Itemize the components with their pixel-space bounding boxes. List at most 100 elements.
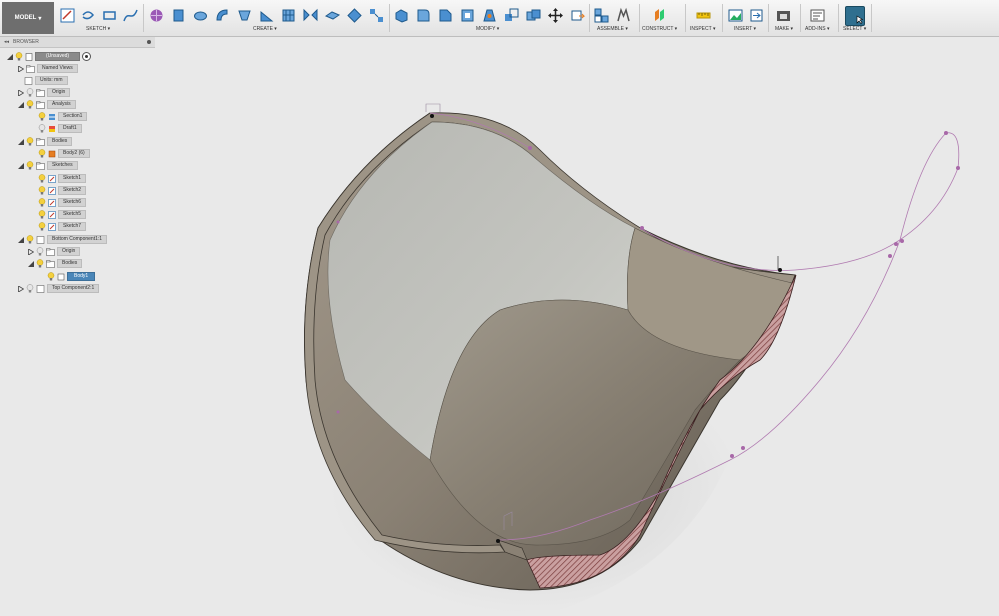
thicken-icon[interactable] [324, 7, 341, 24]
tree-label: Body2 (6) [58, 149, 90, 158]
lightbulb-icon[interactable] [38, 186, 46, 195]
align-icon[interactable] [569, 7, 586, 24]
tree-item-sketch7[interactable]: Sketch7 [38, 221, 87, 232]
lightbulb-icon[interactable] [38, 149, 46, 158]
tree-item-section1[interactable]: Section1 [38, 111, 88, 122]
mirror-icon[interactable] [302, 7, 319, 24]
tree-item-origin[interactable]: Origin [17, 87, 71, 98]
tree-item-top-component[interactable]: Top Component2:1 [17, 283, 100, 294]
collapsed-triangle-icon[interactable] [17, 87, 24, 98]
tree-item-sketch5[interactable]: Sketch5 [38, 209, 87, 220]
combine-icon[interactable] [525, 7, 542, 24]
addins-menu[interactable]: ADD-INS ▾ [805, 26, 829, 32]
tree-item-sketch6[interactable]: Sketch6 [38, 197, 87, 208]
pattern-icon[interactable] [368, 7, 385, 24]
lightbulb-icon[interactable] [26, 100, 34, 109]
tree-item-bodies[interactable]: Bodies [17, 136, 73, 147]
sketch-icon [48, 210, 56, 219]
tree-item-named-views[interactable]: Named Views [17, 63, 78, 74]
tree-item-sketch1[interactable]: Sketch1 [38, 173, 87, 184]
sweep-icon[interactable] [214, 7, 231, 24]
tree-item-units[interactable]: Units: mm [24, 75, 68, 86]
move-icon[interactable] [547, 7, 564, 24]
toolbar: MODEL ▾ SKETCH ▾ CREATE ▾ MODIFY ▾ ASSEM… [0, 0, 999, 37]
insert-menu[interactable]: INSERT ▾ [734, 26, 756, 32]
lightbulb-icon[interactable] [36, 259, 44, 268]
construct-menu[interactable]: CONSTRUCT ▾ [642, 26, 677, 32]
sketch-icon [48, 174, 56, 183]
offset-plane-icon[interactable] [652, 7, 669, 24]
lightbulb-icon[interactable] [38, 174, 46, 183]
3d-print-icon[interactable] [775, 7, 792, 24]
tree-item-body1[interactable]: Body1 [47, 271, 96, 282]
press-pull-icon[interactable] [393, 7, 410, 24]
rib-icon[interactable] [258, 7, 275, 24]
expanded-triangle-icon[interactable] [17, 160, 24, 171]
sketch-menu[interactable]: SKETCH ▾ [86, 26, 110, 32]
tree-item-sketches[interactable]: Sketches [17, 160, 78, 171]
collapsed-triangle-icon[interactable] [27, 246, 34, 257]
expanded-triangle-icon[interactable] [17, 234, 24, 245]
chamfer-icon[interactable] [437, 7, 454, 24]
lightbulb-off-icon[interactable] [26, 88, 34, 97]
expanded-triangle-icon[interactable] [17, 99, 24, 110]
tree-root[interactable]: (Unsaved) [6, 51, 92, 62]
loft-icon[interactable] [236, 7, 253, 24]
tree-item-analysis[interactable]: Analysis [17, 99, 76, 110]
select-icon[interactable] [845, 6, 865, 26]
lightbulb-off-icon[interactable] [36, 247, 44, 256]
browser-pin-icon[interactable] [147, 40, 151, 44]
lightbulb-icon[interactable] [38, 210, 46, 219]
tree-item-component-origin[interactable]: Origin [27, 246, 81, 257]
joint-icon[interactable] [615, 7, 632, 24]
expanded-triangle-icon[interactable] [6, 51, 13, 62]
tree-item-bottom-component[interactable]: Bottom Component1:1 [17, 234, 108, 245]
make-menu[interactable]: MAKE ▾ [775, 26, 793, 32]
assemble-menu[interactable]: ASSEMBLE ▾ [597, 26, 628, 32]
new-component-icon[interactable] [593, 7, 610, 24]
create-sketch-icon[interactable] [59, 7, 76, 24]
lightbulb-icon[interactable] [26, 137, 34, 146]
shell-icon[interactable] [459, 7, 476, 24]
revolve-icon[interactable] [192, 7, 209, 24]
rectangle-icon[interactable] [101, 7, 118, 24]
draft-icon[interactable] [481, 7, 498, 24]
lightbulb-icon[interactable] [38, 198, 46, 207]
spline-icon[interactable] [122, 7, 139, 24]
lightbulb-off-icon[interactable] [26, 284, 34, 293]
lightbulb-icon[interactable] [38, 112, 46, 121]
scale-icon[interactable] [503, 7, 520, 24]
measure-icon[interactable] [695, 7, 712, 24]
web-icon[interactable] [280, 7, 297, 24]
tree-item-body2[interactable]: Body2 (6) [38, 148, 90, 159]
lightbulb-icon[interactable] [26, 161, 34, 170]
inspect-menu[interactable]: INSPECT ▾ [690, 26, 715, 32]
lightbulb-icon[interactable] [26, 235, 34, 244]
tree-item-sketch2[interactable]: Sketch2 [38, 185, 87, 196]
tree-item-draft1[interactable]: Draft1 [38, 123, 82, 134]
line-icon[interactable] [80, 7, 97, 24]
expanded-triangle-icon[interactable] [27, 258, 34, 269]
boundary-fill-icon[interactable] [346, 7, 363, 24]
collapsed-triangle-icon[interactable] [17, 283, 24, 294]
scripts-icon[interactable] [809, 7, 826, 24]
select-menu[interactable]: SELECT ▾ [843, 26, 866, 32]
collapse-icon[interactable]: ◂◂ [4, 39, 9, 45]
extrude-icon[interactable] [170, 7, 187, 24]
create-menu[interactable]: CREATE ▾ [253, 26, 277, 32]
workspace-switcher[interactable]: MODEL ▾ [2, 2, 54, 34]
canvas-icon[interactable] [727, 7, 744, 24]
collapsed-triangle-icon[interactable] [17, 63, 24, 74]
lightbulb-icon[interactable] [38, 222, 46, 231]
fillet-icon[interactable] [415, 7, 432, 24]
lightbulb-off-icon[interactable] [38, 124, 46, 133]
form-icon[interactable] [148, 7, 165, 24]
draft-analysis-icon [48, 125, 56, 133]
expanded-triangle-icon[interactable] [17, 136, 24, 147]
radio-icon[interactable] [82, 52, 92, 61]
insert-mesh-icon[interactable] [748, 7, 765, 24]
lightbulb-icon[interactable] [47, 272, 55, 281]
modify-menu[interactable]: MODIFY ▾ [476, 26, 499, 32]
tree-item-component-bodies[interactable]: Bodies [27, 258, 83, 269]
lightbulb-icon[interactable] [15, 52, 23, 61]
